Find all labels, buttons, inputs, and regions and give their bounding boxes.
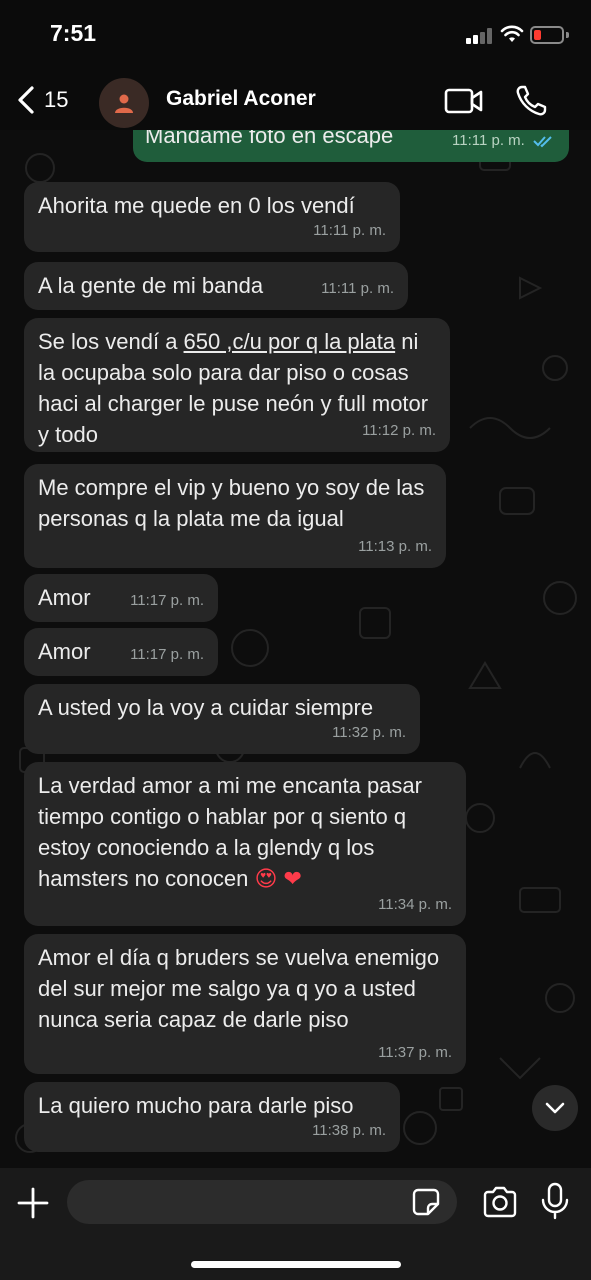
battery-icon [530, 26, 564, 44]
wifi-icon [500, 25, 524, 42]
message-bubble-incoming[interactable]: Amor 11:17 p. m. [24, 628, 218, 676]
avatar[interactable] [99, 78, 149, 128]
message-time: 11:17 p. m. [130, 646, 204, 663]
message-time: 11:34 p. m. [378, 896, 452, 913]
message-bubble-incoming[interactable]: La quiero mucho para darle piso 11:38 p.… [24, 1082, 400, 1152]
status-time: 7:51 [50, 20, 97, 46]
cellular-signal-icon [466, 28, 494, 44]
video-call-icon[interactable] [444, 86, 484, 116]
emoji: 😍 ❤ [254, 866, 302, 891]
message-bubble-incoming[interactable]: Amor el día q bruders se vuelva enemigo … [24, 934, 466, 1074]
message-text-part: Se los vendí a [38, 329, 184, 354]
message-time: 11:12 p. m. [362, 422, 436, 439]
person-icon [115, 94, 133, 113]
message-text: Me compre el vip y bueno yo soy de las p… [38, 475, 425, 531]
message-bubble-incoming[interactable]: Ahorita me quede en 0 los vendí 11:11 p.… [24, 182, 400, 252]
message-bubble-incoming[interactable]: A la gente de mi banda 11:11 p. m. [24, 262, 408, 310]
message-bubble-incoming[interactable]: Amor 11:17 p. m. [24, 574, 218, 622]
contact-name[interactable]: Gabriel Aconer [166, 87, 316, 111]
message-text-part: La verdad amor a mi me encanta pasar tie… [38, 773, 422, 891]
message-time: 11:37 p. m. [378, 1044, 452, 1061]
message-time: 11:32 p. m. [332, 724, 406, 741]
message-time: 11:11 p. m. [313, 222, 386, 239]
message-input-bar [0, 1168, 591, 1280]
message-input[interactable] [67, 1180, 457, 1224]
message-text: La verdad amor a mi me encanta pasar tie… [38, 770, 452, 894]
double-check-icon [533, 136, 552, 148]
message-bubble-incoming[interactable]: La verdad amor a mi me encanta pasar tie… [24, 762, 466, 926]
microphone-icon[interactable] [540, 1182, 570, 1220]
status-bar: 7:51 [0, 0, 591, 70]
back-button[interactable]: 15 [16, 84, 68, 116]
sticker-icon[interactable] [412, 1188, 440, 1216]
message-time: 11:17 p. m. [130, 592, 204, 609]
plus-icon[interactable] [16, 1186, 50, 1220]
message-link-text[interactable]: 650 ,c/u por q la plata [184, 329, 396, 354]
home-indicator [191, 1261, 401, 1268]
battery-nub [566, 32, 569, 38]
chevron-down-icon [545, 1102, 565, 1114]
scroll-to-bottom-button[interactable] [532, 1085, 578, 1131]
message-time: 11:13 p. m. [358, 538, 432, 555]
chat-header: 15 Gabriel Aconer [0, 70, 591, 130]
unread-count: 15 [44, 87, 69, 112]
message-time: 11:38 p. m. [312, 1122, 386, 1139]
message-text: Amor el día q bruders se vuelva enemigo … [38, 945, 440, 1032]
chevron-left-icon [18, 86, 34, 114]
phone-icon[interactable] [514, 84, 548, 118]
message-time: 11:11 p. m. [452, 132, 525, 149]
camera-icon[interactable] [482, 1186, 518, 1218]
message-list[interactable]: Mandame foto en escape 11:11 p. m. Ahori… [0, 118, 591, 1168]
message-bubble-incoming[interactable]: Se los vendí a 650 ,c/u por q la plata n… [24, 318, 450, 452]
message-time: 11:11 p. m. [321, 280, 394, 297]
message-bubble-incoming[interactable]: Me compre el vip y bueno yo soy de las p… [24, 464, 446, 568]
message-bubble-incoming[interactable]: A usted yo la voy a cuidar siempre 11:32… [24, 684, 420, 754]
